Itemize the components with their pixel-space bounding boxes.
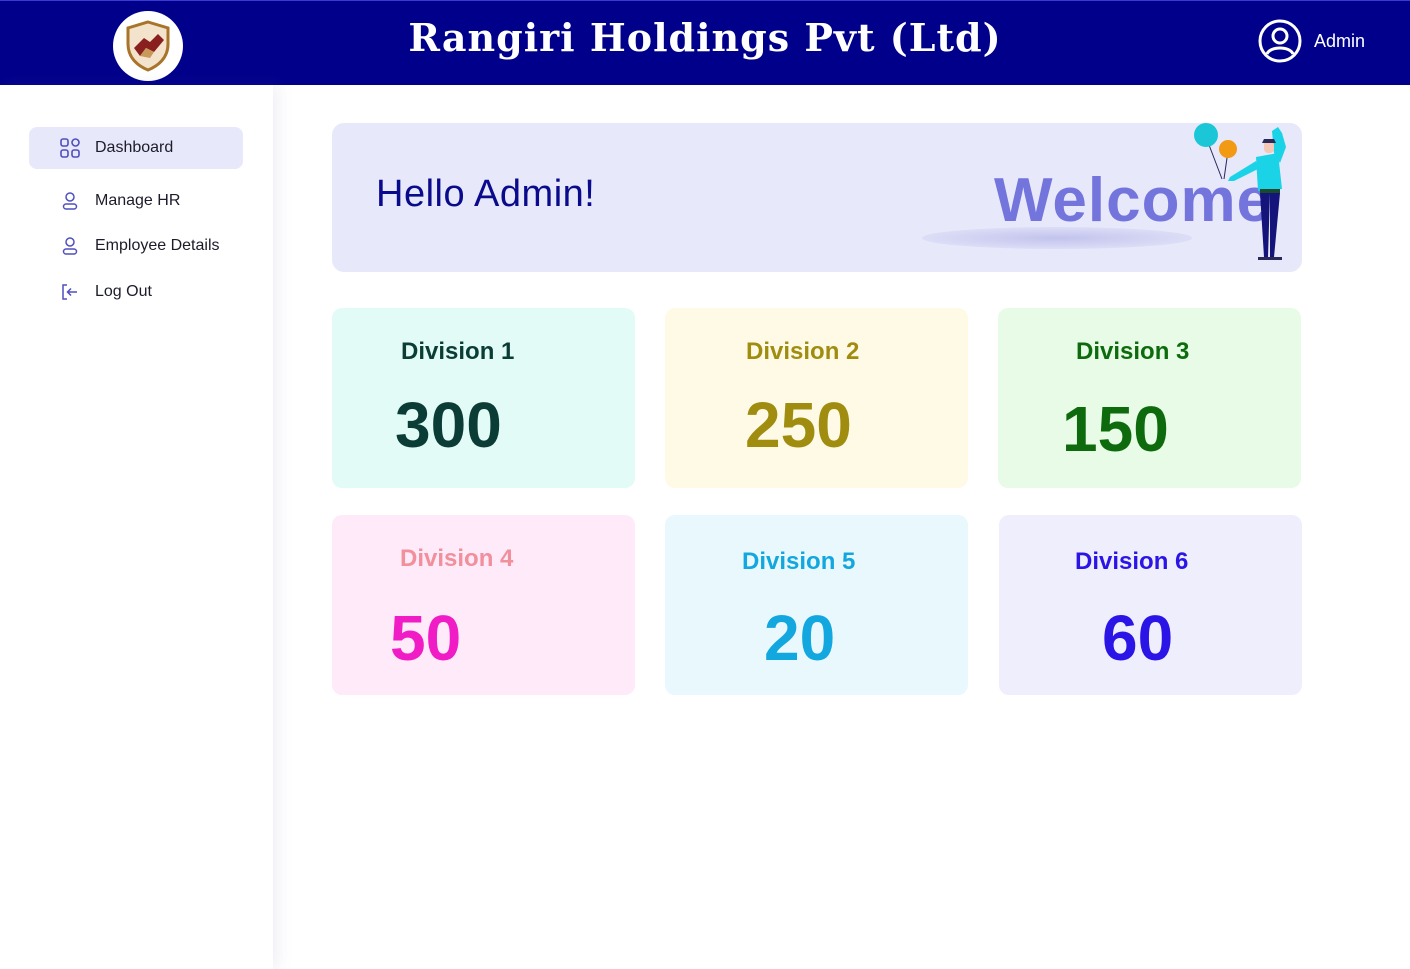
division-title: Division 3 <box>1076 338 1190 365</box>
division-count: 250 <box>745 389 852 461</box>
user-icon <box>62 237 78 255</box>
greeting-text: Hello Admin! <box>376 173 596 215</box>
division-card-4[interactable]: Division 4 50 <box>332 515 635 695</box>
sidebar-item-dashboard[interactable]: Dashboard <box>29 127 243 169</box>
sidebar: Dashboard Manage HR Employee Details Log… <box>0 85 273 969</box>
logout-icon <box>62 284 77 300</box>
division-card-5[interactable]: Division 5 20 <box>665 515 968 695</box>
sidebar-item-logout[interactable]: Log Out <box>29 271 243 313</box>
division-title: Division 6 <box>1075 548 1189 575</box>
division-title: Division 1 <box>401 338 515 365</box>
sidebar-item-label: Employee Details <box>95 237 220 254</box>
welcome-banner: Hello Admin! Welcome <box>332 123 1302 272</box>
sidebar-item-manage-hr[interactable]: Manage HR <box>29 180 243 222</box>
division-count: 50 <box>390 602 462 674</box>
sidebar-item-label: Log Out <box>95 283 152 300</box>
company-title: Rangiri Holdings Pvt (Ltd) <box>408 15 1002 60</box>
division-count: 300 <box>395 389 502 461</box>
user-name: Admin <box>1314 30 1366 51</box>
division-count: 20 <box>764 602 836 674</box>
person-with-balloons-illustration <box>1194 123 1286 260</box>
division-card-3[interactable]: Division 3 150 <box>998 308 1301 488</box>
division-title: Division 2 <box>746 338 860 365</box>
top-header: Rangiri Holdings Pvt (Ltd) Admin <box>0 0 1410 85</box>
sidebar-item-label: Manage HR <box>95 192 181 209</box>
user-menu[interactable]: Admin <box>1258 19 1365 63</box>
division-card-1[interactable]: Division 1 300 <box>332 308 635 488</box>
division-card-2[interactable]: Division 2 250 <box>665 308 968 488</box>
grid-icon <box>60 138 80 158</box>
division-title: Division 5 <box>742 548 856 575</box>
sidebar-item-label: Dashboard <box>95 139 174 156</box>
user-circle-icon[interactable] <box>1258 19 1302 63</box>
sidebar-item-employee-details[interactable]: Employee Details <box>29 225 243 267</box>
user-icon <box>62 192 78 210</box>
division-title: Division 4 <box>400 545 514 572</box>
division-card-6[interactable]: Division 6 60 <box>999 515 1302 695</box>
division-count: 150 <box>1062 393 1169 465</box>
division-count: 60 <box>1102 602 1174 674</box>
